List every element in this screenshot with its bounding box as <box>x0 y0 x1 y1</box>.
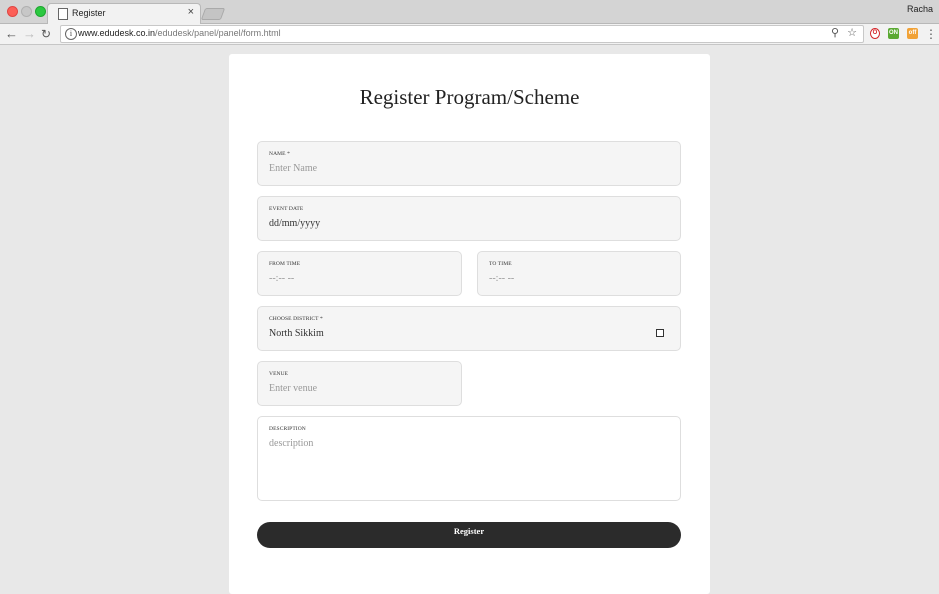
reload-icon[interactable]: ↻ <box>41 26 51 42</box>
site-info-icon[interactable]: i <box>65 28 77 40</box>
event-date-field[interactable]: EVENT DATE dd/mm/yyyy <box>257 196 681 241</box>
bookmark-star-icon[interactable]: ☆ <box>847 26 857 39</box>
district-select[interactable]: CHOOSE DISTRICT * North Sikkim <box>257 306 681 351</box>
url-host: www.edudesk.co.in <box>78 28 156 38</box>
event-date-input[interactable]: dd/mm/yyyy <box>269 218 320 229</box>
venue-input[interactable]: Enter venue <box>269 383 317 394</box>
name-label: NAME * <box>269 151 290 157</box>
dropdown-toggle-icon[interactable] <box>656 329 664 337</box>
description-field[interactable]: DESCRIPTION description <box>257 416 681 501</box>
minimize-window-button[interactable] <box>21 6 32 17</box>
browser-titlebar: Register × Racha <box>0 0 939 24</box>
forward-arrow-icon[interactable]: → <box>23 26 36 42</box>
url-path: /edudesk/panel/panel/form.html <box>155 28 281 38</box>
opera-icon[interactable]: O <box>870 28 880 39</box>
search-icon[interactable]: ⚲ <box>831 26 839 39</box>
tab-close-icon[interactable]: × <box>188 6 194 18</box>
page-title: Register Program/Scheme <box>359 85 580 109</box>
back-arrow-icon[interactable]: ← <box>5 26 18 42</box>
document-icon <box>58 8 68 20</box>
to-time-label: TO TIME <box>489 261 512 267</box>
from-time-label: FROM TIME <box>269 261 301 267</box>
orange-extension-icon[interactable]: off <box>907 28 918 39</box>
description-textarea[interactable]: description <box>269 438 313 449</box>
maximize-window-button[interactable] <box>35 6 46 17</box>
name-input[interactable]: Enter Name <box>269 163 317 174</box>
register-button[interactable]: Register <box>257 522 681 548</box>
description-label: DESCRIPTION <box>269 426 306 432</box>
venue-label: VENUE <box>269 371 289 377</box>
district-selected-value[interactable]: North Sikkim <box>269 328 324 339</box>
close-window-button[interactable] <box>7 6 18 17</box>
from-time-field[interactable]: FROM TIME --:-- -- <box>257 251 462 296</box>
from-time-input[interactable]: --:-- -- <box>269 273 294 284</box>
green-extension-icon[interactable]: ON <box>888 28 899 39</box>
event-date-label: EVENT DATE <box>269 206 304 212</box>
name-field[interactable]: NAME * Enter Name <box>257 141 681 186</box>
browser-menu-icon[interactable]: ⋮ <box>925 26 937 42</box>
tab-title: Register <box>72 8 106 18</box>
browser-toolbar: ← → ↻ i www.edudesk.co.in/edudesk/panel/… <box>0 24 939 45</box>
to-time-input[interactable]: --:-- -- <box>489 273 514 284</box>
district-label: CHOOSE DISTRICT * <box>269 316 323 322</box>
new-tab-button[interactable] <box>200 8 226 20</box>
to-time-field[interactable]: TO TIME --:-- -- <box>477 251 681 296</box>
profile-name[interactable]: Racha <box>907 4 933 14</box>
browser-tab-register[interactable]: Register × <box>47 3 201 24</box>
register-form-card: Register Program/Scheme NAME * Enter Nam… <box>229 54 710 594</box>
address-bar[interactable]: i www.edudesk.co.in/edudesk/panel/panel/… <box>60 25 864 43</box>
url-text[interactable]: www.edudesk.co.in/edudesk/panel/panel/fo… <box>78 28 281 38</box>
venue-field[interactable]: VENUE Enter venue <box>257 361 462 406</box>
